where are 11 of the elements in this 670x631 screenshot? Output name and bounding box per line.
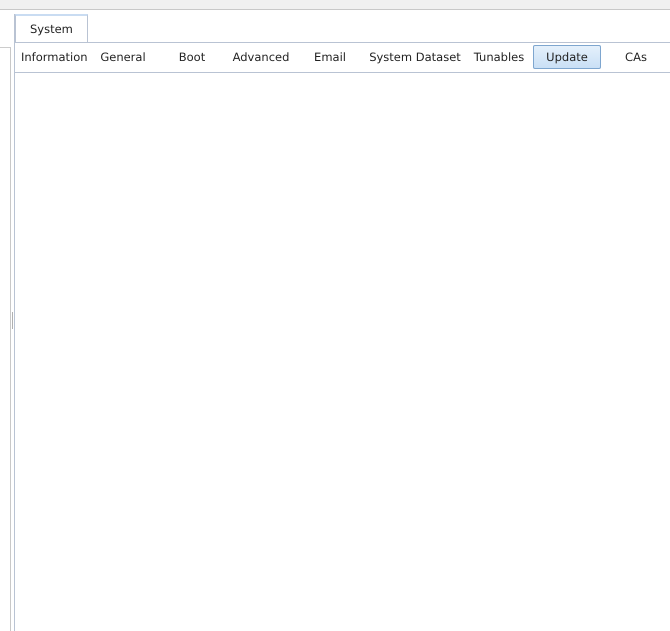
tab[interactable]: Email [296, 45, 364, 69]
tab[interactable]: Update [533, 45, 601, 69]
splitter-handle[interactable] [12, 312, 13, 329]
tab[interactable]: Information [20, 45, 88, 69]
tab[interactable]: System Dataset [365, 45, 465, 69]
tab[interactable]: System [15, 14, 88, 42]
tab[interactable]: CAs [602, 45, 670, 69]
tab[interactable]: Advanced [227, 45, 295, 69]
tab[interactable]: Boot [158, 45, 226, 69]
tab[interactable]: Tunables [466, 45, 532, 69]
tab[interactable]: General [89, 45, 157, 69]
